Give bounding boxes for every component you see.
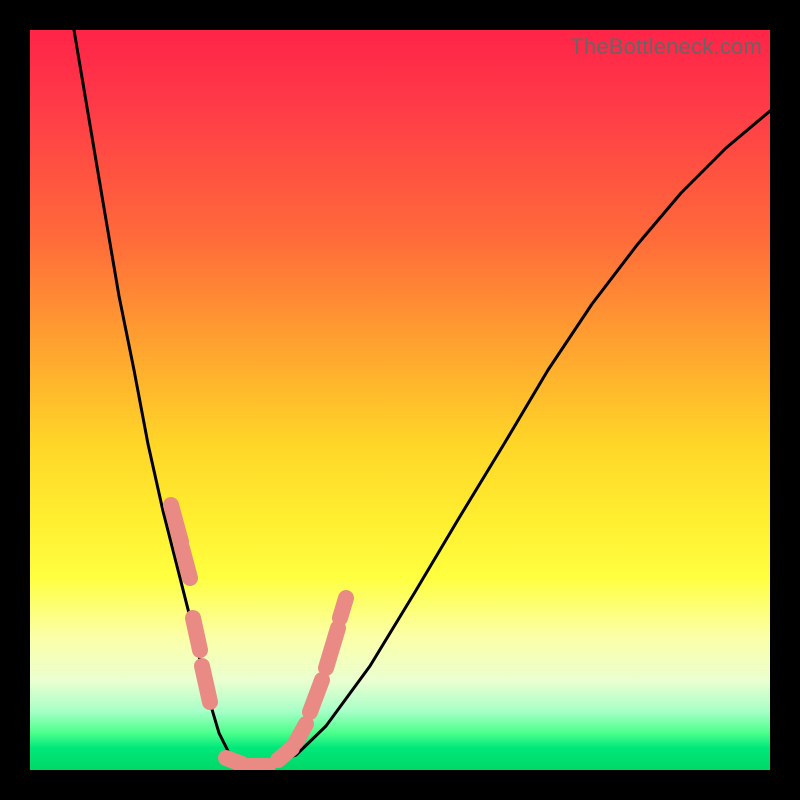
marker-right-upper-1 [310,680,322,712]
marker-left-upper-2 [182,548,190,578]
marker-right-upper-2 [326,628,338,668]
marker-left-lower-1 [193,618,200,650]
marker-right-upper-3 [340,598,346,618]
marker-bottom-1 [226,758,242,764]
chart-container: { "watermark": "TheBottleneck.com", "cha… [0,0,800,800]
marker-left-upper-1 [171,505,181,542]
marker-right-lower-1 [278,748,292,760]
marker-right-lower-2 [296,724,306,742]
marker-group [171,505,346,766]
marker-left-lower-2 [202,666,210,702]
bottleneck-curve [74,30,770,766]
curve-layer [30,30,770,770]
plot-area: TheBottleneck.com [30,30,770,770]
